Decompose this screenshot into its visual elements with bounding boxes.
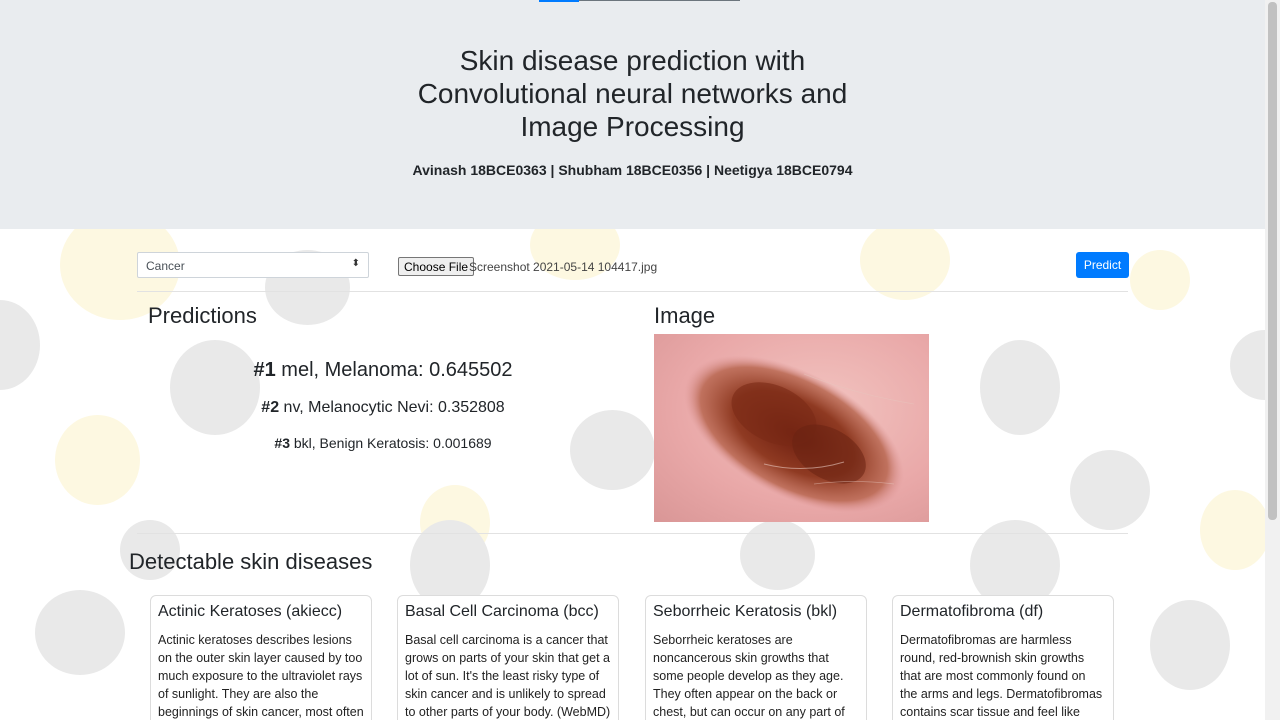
- authors-line: Avinash 18BCE0363 | Shubham 18BCE0356 | …: [412, 162, 853, 178]
- disease-card-title: Basal Cell Carcinoma (bcc): [405, 603, 599, 620]
- main-content: Cancer ⬍ Choose File Screenshot 2021-05-…: [0, 229, 1265, 720]
- progress-bar: [539, 0, 740, 2]
- disease-card: Basal Cell Carcinoma (bcc) Basal cell ca…: [397, 595, 619, 720]
- disease-card: Actinic Keratoses (akiecc) Actinic kerat…: [150, 595, 372, 720]
- page-title: Skin disease prediction with Convolution…: [0, 44, 1265, 143]
- prediction-item: #1 mel, Melanoma: 0.645502: [148, 359, 618, 382]
- choose-file-button[interactable]: Choose File: [398, 257, 475, 276]
- disease-card-title: Actinic Keratoses (akiecc): [158, 603, 343, 620]
- disease-card-text: Seborrheic keratoses are noncancerous sk…: [653, 633, 845, 719]
- disease-category-select[interactable]: Cancer ⬍: [137, 252, 369, 278]
- prediction-text: bkl, Benign Keratosis: 0.001689: [293, 435, 492, 451]
- scrollbar-thumb[interactable]: [1268, 2, 1277, 520]
- disease-card-text: Dermatofibromas are harmless round, red-…: [900, 633, 1103, 719]
- disease-card: Dermatofibroma (df) Dermatofibromas are …: [892, 595, 1114, 720]
- disease-card-title: Dermatofibroma (df): [900, 603, 1044, 620]
- divider: [137, 291, 1128, 292]
- disease-card-text: Actinic keratoses describes lesions on t…: [158, 633, 364, 719]
- prediction-rank: #3: [274, 435, 290, 451]
- page-title-line: Convolutional neural networks and: [417, 78, 848, 109]
- disease-card: Seborrheic Keratosis (bkl) Seborrheic ke…: [645, 595, 867, 720]
- prediction-text: mel, Melanoma: 0.645502: [281, 359, 513, 381]
- select-value: Cancer: [146, 259, 185, 273]
- image-heading: Image: [654, 303, 716, 328]
- uploaded-lesion-image: [654, 334, 929, 522]
- prediction-rank: #2: [261, 399, 280, 416]
- detectable-diseases-heading: Detectable skin diseases: [129, 549, 373, 574]
- page-title-line: Image Processing: [520, 111, 745, 142]
- header-jumbotron: Skin disease prediction with Convolution…: [0, 0, 1265, 229]
- updown-arrows-icon: ⬍: [351, 258, 360, 269]
- vertical-scrollbar[interactable]: [1265, 0, 1280, 720]
- prediction-item: #2 nv, Melanocytic Nevi: 0.352808: [148, 399, 618, 417]
- disease-card-title: Seborrheic Keratosis (bkl): [653, 603, 838, 620]
- page-title-line: Skin disease prediction with: [459, 45, 806, 76]
- selected-file-name: Screenshot 2021-05-14 104417.jpg: [469, 260, 658, 274]
- predict-button[interactable]: Predict: [1076, 252, 1129, 278]
- predictions-heading: Predictions: [148, 303, 257, 328]
- prediction-rank: #1: [253, 359, 276, 381]
- disease-card-text: Basal cell carcinoma is a cancer that gr…: [405, 633, 611, 719]
- prediction-text: nv, Melanocytic Nevi: 0.352808: [283, 399, 505, 416]
- prediction-item: #3 bkl, Benign Keratosis: 0.001689: [148, 435, 618, 451]
- divider: [137, 533, 1128, 534]
